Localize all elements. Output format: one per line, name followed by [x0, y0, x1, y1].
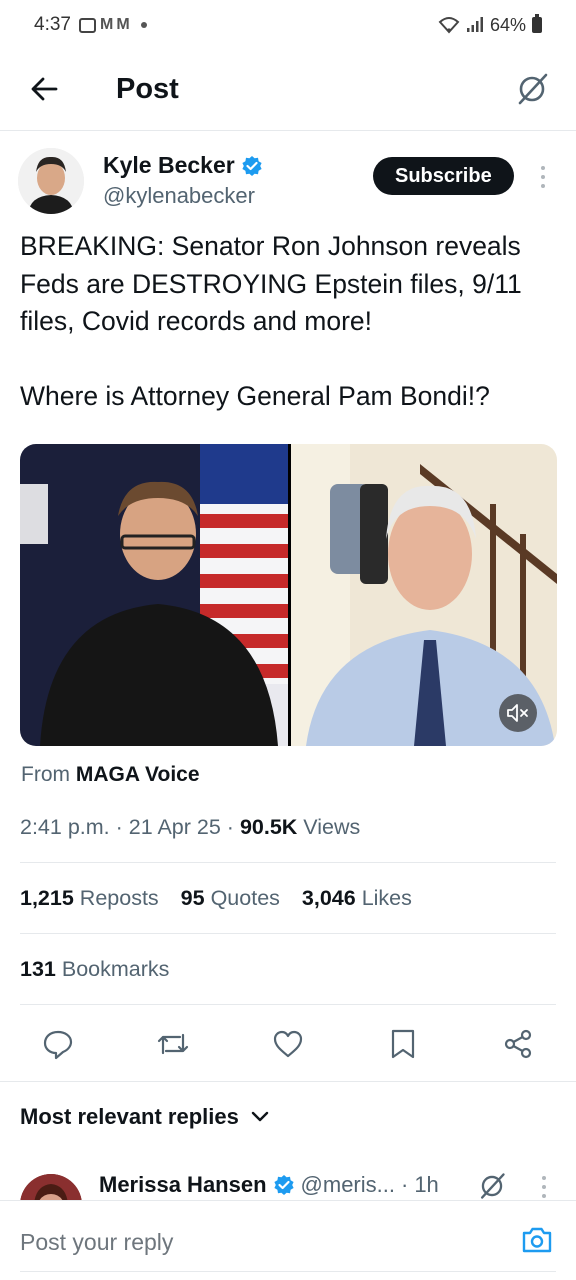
grok-button[interactable]: [512, 69, 552, 109]
post-date[interactable]: 21 Apr 25: [129, 815, 221, 839]
reposts-stat[interactable]: 1,215 Reposts: [20, 886, 159, 911]
actions-divider: [0, 1081, 576, 1082]
video-source[interactable]: From MAGA Voice: [21, 763, 200, 787]
battery-icon: [532, 14, 542, 33]
header-divider: [0, 130, 576, 131]
like-button[interactable]: [268, 1024, 308, 1064]
arrow-left-icon: [31, 77, 58, 101]
camera-button[interactable]: [520, 1223, 554, 1257]
avatar[interactable]: [20, 1174, 82, 1200]
gmail-icon: M: [116, 16, 129, 33]
verified-badge-icon: [242, 155, 262, 176]
reply-more-button[interactable]: [537, 1176, 551, 1198]
reply-author-name[interactable]: Merissa Hansen: [99, 1172, 267, 1198]
mute-button[interactable]: [499, 694, 537, 732]
post-actions: [38, 1022, 538, 1066]
stats-divider: [20, 933, 556, 934]
post-time[interactable]: 2:41 p.m.: [20, 815, 110, 839]
more-options-button[interactable]: [536, 164, 550, 190]
likes-count: 3,046: [301, 886, 356, 910]
status-right: 64%: [438, 14, 542, 36]
bookmark-icon: [391, 1029, 415, 1059]
battery-percent: 64%: [489, 14, 526, 35]
post-paragraph: BREAKING: Senator Ron Johnson reveals Fe…: [20, 231, 522, 336]
chevron-down-icon: [251, 1111, 269, 1122]
reply-author-handle: @meris...: [300, 1172, 395, 1197]
share-button[interactable]: [498, 1024, 538, 1064]
repost-button[interactable]: [153, 1024, 193, 1064]
bookmark-button[interactable]: [383, 1024, 423, 1064]
gallery-icon: [78, 17, 96, 33]
reply-button[interactable]: [38, 1024, 78, 1064]
post-text: BREAKING: Senator Ron Johnson reveals Fe…: [20, 228, 560, 415]
top-app-bar: Post: [0, 58, 576, 120]
engagement-stats: 1,215 Reposts 95 Quotes 3,046 Likes: [20, 886, 412, 911]
replies-sort-label: Most relevant replies: [20, 1104, 239, 1129]
bookmarks-count: 131: [20, 957, 56, 981]
retweet-icon: [157, 1033, 189, 1055]
reply-time: 1h: [414, 1172, 439, 1197]
gmail-icon: M: [99, 16, 113, 33]
status-time: 4:37: [34, 14, 71, 35]
avatar[interactable]: [18, 148, 84, 214]
source-name[interactable]: MAGA Voice: [76, 763, 200, 786]
post-video[interactable]: [20, 444, 557, 746]
reply-composer: Post your reply: [0, 1200, 576, 1280]
post-paragraph: Where is Attorney General Pam Bondi!?: [20, 380, 490, 411]
grok-icon: [518, 73, 548, 105]
reposts-label: Reposts: [79, 886, 159, 910]
quotes-count: 95: [180, 886, 205, 910]
source-prefix: From: [21, 763, 70, 786]
status-bar: 4:37 M M 64%: [0, 0, 576, 50]
post-author: Kyle Becker @kylenabecker Subscribe: [18, 148, 558, 220]
replies-sort-dropdown[interactable]: Most relevant replies: [20, 1104, 269, 1130]
author-name-row[interactable]: Kyle Becker: [103, 152, 263, 179]
author-name[interactable]: Kyle Becker: [103, 152, 235, 179]
like-icon: [273, 1030, 303, 1058]
notification-icons: M M: [78, 16, 147, 34]
likes-label: Likes: [361, 886, 412, 910]
more-icon: [542, 1176, 546, 1180]
views-label: Views: [303, 815, 361, 839]
back-button[interactable]: [24, 69, 64, 109]
verified-badge-icon: [273, 1175, 294, 1195]
composer-underline: [20, 1271, 556, 1272]
reposts-count: 1,215: [20, 886, 74, 910]
views-count: 90.5K: [239, 815, 298, 839]
share-icon: [504, 1029, 532, 1059]
subscribe-button[interactable]: Subscribe: [373, 157, 514, 195]
video-frame: [20, 444, 557, 746]
signal-icon: [466, 17, 483, 32]
bookmark-divider: [20, 1004, 556, 1005]
reply-grok-button[interactable]: [478, 1172, 506, 1200]
dot-icon: [140, 22, 147, 28]
quotes-label: Quotes: [210, 886, 280, 910]
likes-stat[interactable]: 3,046 Likes: [302, 886, 412, 911]
reply-author-row[interactable]: Merissa Hansen @meris... · 1h: [99, 1172, 439, 1198]
bookmarks-label: Bookmarks: [61, 957, 170, 981]
quotes-stat[interactable]: 95 Quotes: [181, 886, 280, 911]
reply-item[interactable]: Merissa Hansen @meris... · 1h: [0, 1168, 576, 1200]
wifi-icon: [438, 17, 460, 34]
author-handle[interactable]: @kylenabecker: [103, 183, 255, 209]
meta-divider: [20, 862, 556, 863]
volume-muted-icon: [507, 704, 528, 722]
camera-icon: [522, 1227, 552, 1253]
more-icon: [541, 166, 545, 170]
grok-icon: [480, 1173, 505, 1199]
bookmarks-stat[interactable]: 131 Bookmarks: [20, 957, 169, 982]
reply-input[interactable]: Post your reply: [20, 1229, 173, 1256]
post-meta: 2:41 p.m. · 21 Apr 25 · 90.5K Views: [20, 815, 361, 839]
page-title: Post: [116, 72, 179, 105]
reply-icon: [43, 1030, 73, 1060]
bookmark-stats: 131 Bookmarks: [20, 957, 169, 982]
